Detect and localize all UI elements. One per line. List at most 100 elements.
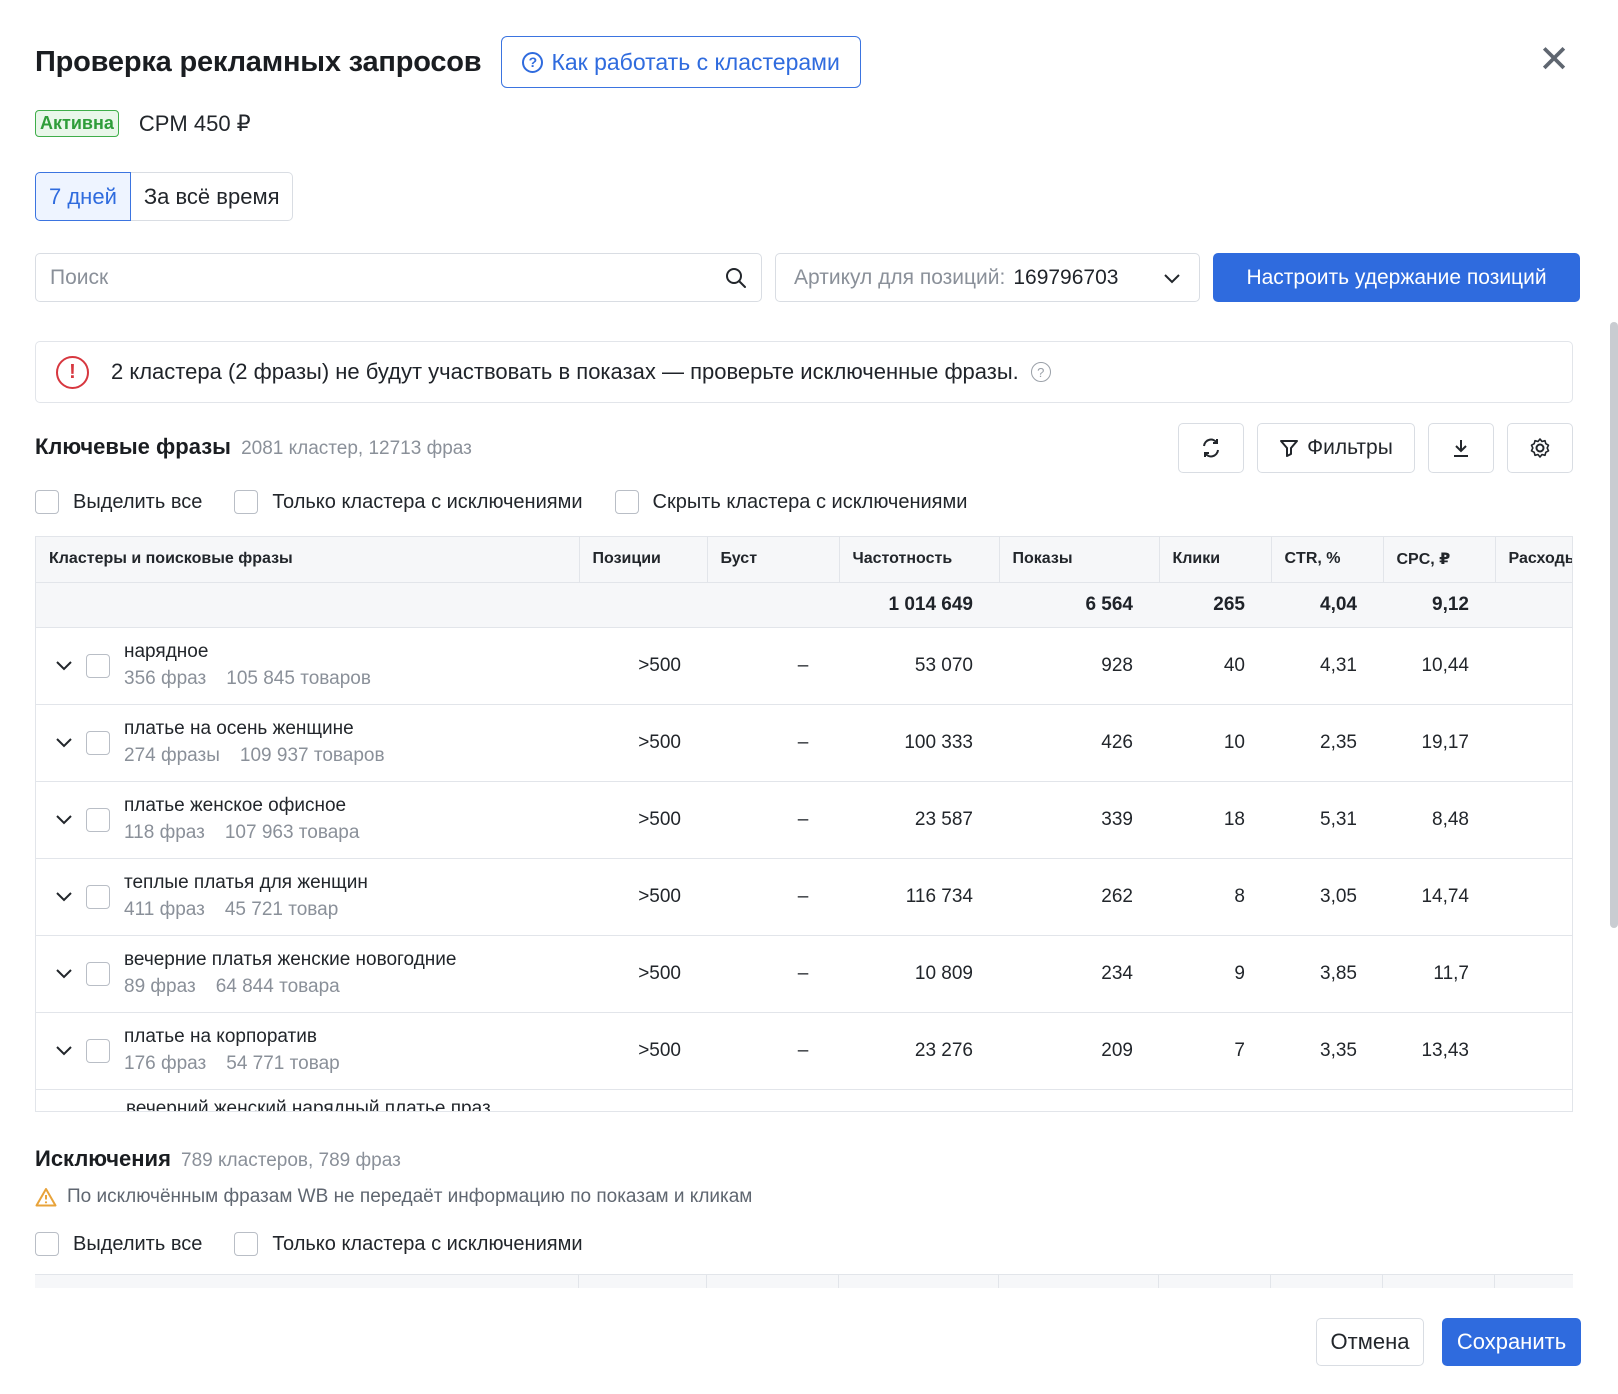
chevron-down-icon[interactable]: [54, 1045, 74, 1056]
row-checkbox[interactable]: [86, 807, 110, 832]
chevron-down-icon[interactable]: [54, 891, 74, 902]
table-row[interactable]: платье на корпоратив 176 фраз 54 771 товар…: [36, 1012, 1572, 1090]
boost-cell: –: [707, 704, 839, 782]
cluster-phrases: 356 фраз: [124, 667, 207, 689]
select-all-checkbox[interactable]: Выделить все: [35, 490, 202, 514]
tab-7-days[interactable]: 7 дней: [35, 172, 131, 221]
checkbox[interactable]: [614, 490, 639, 514]
clicks-cell: 8: [1159, 858, 1271, 936]
boost-cell: –: [707, 627, 839, 705]
ctr-cell: 5,31: [1271, 781, 1383, 859]
cluster-name: нарядное: [124, 640, 209, 662]
help-circle-icon[interactable]: ?: [1030, 362, 1051, 382]
cancel-button[interactable]: Отмена: [1316, 1318, 1424, 1366]
frequency-cell: 100 333: [839, 704, 999, 782]
scrollbar[interactable]: [1610, 322, 1618, 928]
table-row[interactable]: вечерние платья женские новогодние 89 фра…: [36, 935, 1572, 1013]
table-row[interactable]: платье женское офисное 118 фраз 107 963 то…: [36, 781, 1572, 859]
ctr-cell: 4,31: [1271, 627, 1383, 705]
spend-cell: [1495, 935, 1572, 1013]
warning-icon: [35, 1188, 57, 1207]
settings-button[interactable]: [1507, 423, 1573, 473]
alert-text: 2 кластера (2 фразы) не будут участвоват…: [111, 359, 1019, 384]
cluster-meta: 118 фраз 107 963 товара: [124, 819, 359, 847]
column-separator: [1382, 1275, 1383, 1288]
only-with-exclusions-checkbox[interactable]: Только кластера с исключениями: [234, 490, 583, 514]
cluster-phrases: 274 фразы: [124, 744, 220, 766]
exclusions-note-text: По исключённым фразам WB не передаёт инф…: [67, 1186, 753, 1207]
how-to-clusters-button[interactable]: ? Как работать с кластерами: [501, 36, 861, 88]
chevron-down-icon[interactable]: [54, 660, 74, 671]
chevron-down-icon[interactable]: [54, 968, 74, 979]
boost-cell: –: [707, 781, 839, 859]
exclusions-select-all-checkbox[interactable]: Выделить все: [35, 1232, 202, 1256]
keywords-toolbar: Фильтры: [1178, 423, 1573, 473]
ctr-cell: 3,05: [1271, 858, 1383, 936]
cluster-meta: 89 фраз 64 844 товара: [124, 973, 456, 1001]
exclusions-title: Исключения 789 кластеров, 789 фраз: [35, 1146, 401, 1172]
checkbox[interactable]: [234, 490, 259, 514]
tab-all-time[interactable]: За всё время: [130, 172, 294, 221]
checkbox[interactable]: [234, 1232, 259, 1256]
col-clusters[interactable]: Кластеры и поисковые фразы: [36, 537, 580, 583]
table-row[interactable]: платье на осень женщине 274 фразы 109 937 …: [36, 704, 1572, 782]
article-select[interactable]: Артикул для позиций: 169796703: [775, 253, 1200, 302]
download-button[interactable]: [1428, 423, 1494, 473]
refresh-button[interactable]: [1178, 423, 1244, 473]
cpc-cell: 8,48: [1383, 781, 1495, 859]
article-value: 169796703: [1013, 265, 1119, 289]
chevron-down-icon[interactable]: [54, 737, 74, 748]
col-frequency[interactable]: Частотность: [839, 537, 1000, 583]
cluster-name: платье на осень женщине: [124, 717, 354, 739]
col-impressions[interactable]: Показы: [999, 537, 1160, 583]
frequency-cell: 10 809: [839, 935, 999, 1013]
save-button[interactable]: Сохранить: [1442, 1318, 1581, 1366]
ctr-cell: 3,85: [1271, 935, 1383, 1013]
chevron-down-icon[interactable]: [54, 814, 74, 825]
row-checkbox[interactable]: [86, 884, 110, 909]
checkbox[interactable]: [35, 1232, 59, 1256]
cluster-goods: 45 721 товар: [224, 898, 339, 920]
col-boost[interactable]: Буст: [707, 537, 840, 583]
col-cpc[interactable]: CPC, ₽: [1383, 537, 1496, 583]
setup-position-hold-button[interactable]: Настроить удержание позиций: [1213, 253, 1580, 302]
keywords-title-text: Ключевые фразы: [35, 434, 231, 459]
cluster-goods: 109 937 товаров: [239, 744, 385, 766]
close-icon[interactable]: ✕: [1538, 40, 1570, 80]
cpm-value: CPM 450 ₽: [138, 110, 251, 136]
position-cell: >500: [579, 704, 707, 782]
filters-button[interactable]: Фильтры: [1257, 423, 1415, 473]
help-button-label: Как работать с кластерами: [551, 48, 840, 75]
col-ctr[interactable]: CTR, %: [1271, 537, 1384, 583]
position-cell: >500: [579, 627, 707, 705]
spend-cell: [1495, 781, 1572, 859]
exclusions-only-checkbox[interactable]: Только кластера с исключениями: [234, 1232, 583, 1256]
cluster-cell: платье на корпоратив 176 фраз 54 771 товар: [36, 1012, 579, 1090]
row-checkbox[interactable]: [86, 1038, 110, 1063]
hide-with-exclusions-checkbox[interactable]: Скрыть кластера с исключениями: [614, 490, 968, 514]
row-checkbox[interactable]: [86, 653, 110, 678]
table-row[interactable]: нарядное 356 фраз 105 845 товаров >500–53 0…: [36, 627, 1572, 705]
clicks-cell: 9: [1159, 935, 1271, 1013]
cluster-goods: 54 771 товар: [226, 1052, 340, 1074]
row-checkbox[interactable]: [86, 730, 110, 755]
column-separator: [578, 1275, 579, 1288]
keywords-checkbox-row: Выделить все Только кластера с исключени…: [35, 490, 999, 514]
col-positions[interactable]: Позиции: [579, 537, 708, 583]
warning-alert: ! 2 кластера (2 фразы) не будут участвов…: [35, 341, 1573, 403]
col-spend[interactable]: Расходы: [1495, 537, 1572, 583]
row-checkbox[interactable]: [86, 961, 110, 986]
table-row[interactable]: теплые платья для женщин 411 фраз 45 721 т…: [36, 858, 1572, 936]
refresh-icon: [1203, 438, 1219, 458]
hide-with-exclusions-label: Скрыть кластера с исключениями: [652, 490, 968, 513]
exclusions-subtitle: 789 кластеров, 789 фраз: [181, 1150, 401, 1171]
impressions-cell: 234: [999, 935, 1159, 1013]
col-clicks[interactable]: Клики: [1159, 537, 1272, 583]
position-cell: >500: [579, 935, 707, 1013]
checkbox[interactable]: [35, 490, 59, 514]
spend-cell: [1495, 858, 1572, 936]
position-cell: >500: [579, 1012, 707, 1090]
table-row[interactable]: вечерний женский нарядный платье праз: [36, 1089, 1572, 1111]
search-input[interactable]: Поиск: [35, 253, 762, 302]
status-badge: Активна: [35, 110, 119, 137]
